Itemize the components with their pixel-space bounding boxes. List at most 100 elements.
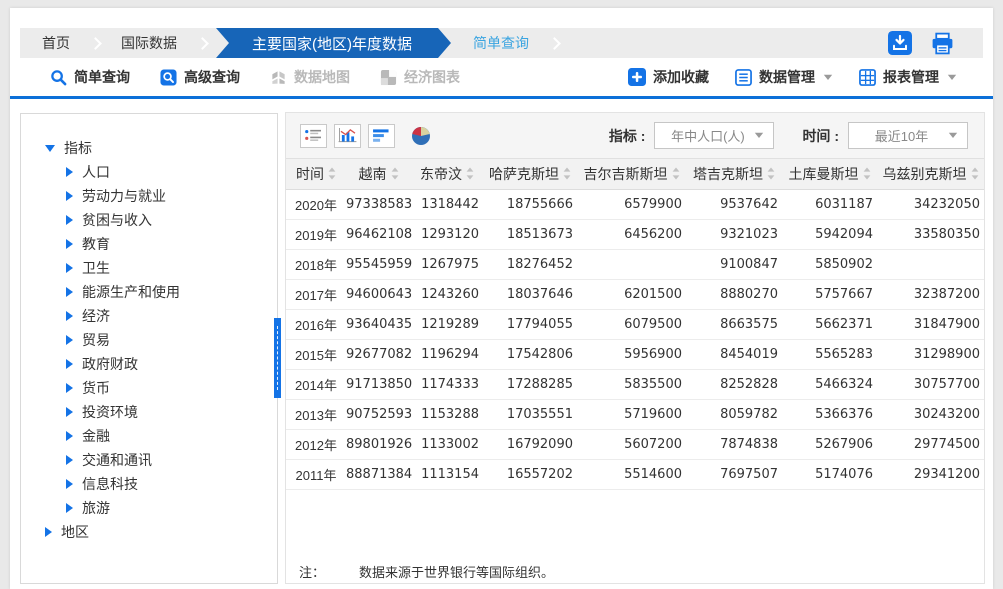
caret-right-icon [66, 287, 73, 297]
breadcrumb-item-annual-data-major-countries[interactable]: 主要国家(地区)年度数据 [216, 28, 438, 58]
sort-icon[interactable] [672, 167, 680, 180]
caret-right-icon [66, 239, 73, 249]
sidebar-item-government-finance[interactable]: 政府财政 [21, 352, 277, 376]
column-header[interactable]: 哈萨克斯坦 [483, 159, 577, 189]
sidebar-item-education[interactable]: 教育 [21, 232, 277, 256]
column-header[interactable]: 时间 [286, 159, 346, 189]
economic-charts-icon [380, 69, 397, 86]
cell-value: 30243200 [877, 399, 984, 429]
indicator-filter-label: 指标 : [609, 126, 646, 146]
column-header[interactable]: 乌兹别克斯坦 [877, 159, 984, 189]
list-view-button[interactable] [300, 124, 327, 148]
cell-value: 18513673 [483, 219, 577, 249]
sidebar-item-trade[interactable]: 贸易 [21, 328, 277, 352]
table-row: 2018年95545959126797518276452910084758509… [286, 249, 984, 279]
sort-icon[interactable] [971, 167, 979, 180]
column-header[interactable]: 吉尔吉斯斯坦 [577, 159, 686, 189]
add-favorite-icon [628, 68, 646, 86]
column-header[interactable]: 越南 [346, 159, 411, 189]
sidebar-item-energy-production-use[interactable]: 能源生产和使用 [21, 280, 277, 304]
cell-value: 92677082 [346, 339, 411, 369]
table-row: 2015年92677082119629417542806595690084540… [286, 339, 984, 369]
sidebar-item-information-technology[interactable]: 信息科技 [21, 472, 277, 496]
cell-value: 93640435 [346, 309, 411, 339]
breadcrumb-item-home[interactable]: 首页 [20, 28, 92, 58]
horizontal-bar-view-icon [372, 128, 391, 143]
sidebar-item-region[interactable]: 地区 [21, 520, 277, 544]
sidebar-item-label: 能源生产和使用 [82, 282, 180, 302]
sort-icon[interactable] [391, 167, 399, 180]
table-body: 2020年97338583131844218755666657990095376… [286, 189, 984, 489]
sidebar-item-label: 人口 [82, 162, 110, 182]
pie-chart-view-icon [411, 126, 431, 146]
sidebar-item-currency[interactable]: 货币 [21, 376, 277, 400]
sort-icon[interactable] [466, 167, 474, 180]
sidebar-item-label: 信息科技 [82, 474, 138, 494]
cell-time: 2018年 [286, 249, 346, 279]
cell-value: 17035551 [483, 399, 577, 429]
column-header-label: 东帝汶 [420, 164, 462, 184]
toolbar-item-advanced-query[interactable]: 高级查询 [160, 67, 240, 87]
column-header[interactable]: 土库曼斯坦 [782, 159, 877, 189]
cell-value: 8880270 [686, 279, 782, 309]
toolbar-item-report-management[interactable]: 报表管理 [859, 67, 957, 87]
toolbar-item-data-management[interactable]: 数据管理 [735, 67, 833, 87]
cell-value: 17542806 [483, 339, 577, 369]
sidebar-item-label: 劳动力与就业 [82, 186, 166, 206]
sidebar-item-economy[interactable]: 经济 [21, 304, 277, 328]
query-toolbar: 简单查询高级查询数据地图经济图表 添加收藏数据管理报表管理 [20, 58, 983, 96]
toolbar-item-add-favorite[interactable]: 添加收藏 [628, 67, 709, 87]
pie-chart-view-button[interactable] [408, 124, 434, 148]
cell-value: 16557202 [483, 459, 577, 489]
sidebar-item-finance[interactable]: 金融 [21, 424, 277, 448]
sidebar-item-poverty-income[interactable]: 贫困与收入 [21, 208, 277, 232]
column-header-inner: 乌兹别克斯坦 [883, 164, 979, 184]
cell-value: 5942094 [782, 219, 877, 249]
cell-value: 95545959 [346, 249, 411, 279]
toolbar-item-simple-query[interactable]: 简单查询 [50, 67, 130, 87]
table-row: 2012年89801926113300216792090560720078748… [286, 429, 984, 459]
column-header-inner: 哈萨克斯坦 [489, 164, 571, 184]
table-row: 2019年96462108129312018513673645620093210… [286, 219, 984, 249]
sort-icon[interactable] [563, 167, 571, 180]
column-header[interactable]: 塔吉克斯坦 [686, 159, 782, 189]
breadcrumb: 首页国际数据主要国家(地区)年度数据简单查询 [20, 28, 983, 58]
horizontal-bar-view-button[interactable] [368, 124, 395, 148]
cell-value: 5267906 [782, 429, 877, 459]
sort-icon[interactable] [328, 167, 336, 180]
sort-icon[interactable] [767, 167, 775, 180]
sidebar-item-health[interactable]: 卫生 [21, 256, 277, 280]
cell-value: 1318442 [411, 189, 483, 219]
indicator-select[interactable]: 年中人口(人) [654, 122, 774, 149]
cell-value: 6201500 [577, 279, 686, 309]
report-management-icon [859, 69, 876, 86]
cell-value: 1267975 [411, 249, 483, 279]
column-header[interactable]: 东帝汶 [411, 159, 483, 189]
sidebar-item-transport-communication[interactable]: 交通和通讯 [21, 448, 277, 472]
sort-icon[interactable] [863, 167, 871, 180]
download-button[interactable] [888, 31, 912, 55]
breadcrumb-item-simple-query[interactable]: 简单查询 [451, 28, 551, 58]
caret-right-icon [66, 455, 73, 465]
cell-value: 5835500 [577, 369, 686, 399]
sidebar-item-population[interactable]: 人口 [21, 160, 277, 184]
toolbar-item-label: 报表管理 [883, 67, 939, 87]
cell-value: 18276452 [483, 249, 577, 279]
sidebar-item-tourism[interactable]: 旅游 [21, 496, 277, 520]
toolbar-item-label: 经济图表 [404, 67, 460, 87]
time-select[interactable]: 最近10年 [848, 122, 968, 149]
sidebar-item-labor-employment[interactable]: 劳动力与就业 [21, 184, 277, 208]
caret-right-icon [66, 431, 73, 441]
main-panel: 指标 : 年中人口(人) 时间 : 最近10年 时间越南东帝汶哈萨克斯坦吉尔吉斯… [285, 112, 985, 584]
bar-chart-view-button[interactable] [334, 124, 361, 148]
cell-value: 5607200 [577, 429, 686, 459]
cell-value: 5719600 [577, 399, 686, 429]
print-button[interactable] [930, 31, 955, 56]
cell-value: 17794055 [483, 309, 577, 339]
sidebar-resize-handle[interactable] [274, 318, 281, 398]
sidebar-item-investment-environment[interactable]: 投资环境 [21, 400, 277, 424]
column-header-inner: 吉尔吉斯斯坦 [584, 164, 680, 184]
breadcrumb-item-international-data[interactable]: 国际数据 [99, 28, 199, 58]
cell-value: 89801926 [346, 429, 411, 459]
sidebar-item-indicators[interactable]: 指标 [21, 136, 277, 160]
